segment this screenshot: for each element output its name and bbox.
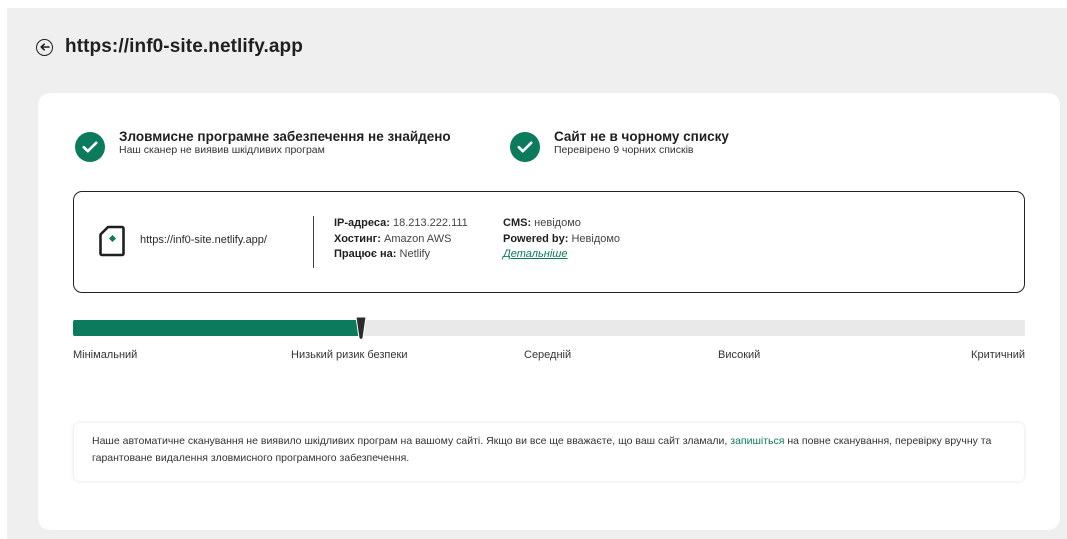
powered-by-value: Невідомо <box>571 232 621 245</box>
cms-value: невідомо <box>534 217 581 229</box>
blacklist-status-title: Сайт не в чорному списку <box>554 129 729 144</box>
risk-gauge <box>73 316 1025 341</box>
hosting-value: Amazon AWS <box>383 232 452 245</box>
blacklist-status-subtitle: Перевірено 9 чорних списків <box>554 144 694 156</box>
malware-status: Зловмисне програмне забезпечення не знай… <box>75 129 451 162</box>
details-link[interactable]: Детальніше <box>503 248 568 260</box>
note-text: Наше автоматичне сканування не виявило ш… <box>92 435 728 447</box>
risk-labels: Мінімальний Низький ризик безпеки Середн… <box>73 349 1025 365</box>
ip-value: 18.213.222.111 <box>392 217 468 229</box>
risk-label-low: Низький ризик безпеки <box>291 349 408 361</box>
scan-result-card: Зловмисне програмне забезпечення не знай… <box>38 93 1060 530</box>
runs-on-label: Працює на: <box>334 248 397 260</box>
site-url: https://inf0-site.netlify.app/ <box>140 234 267 246</box>
page-title: https://inf0-site.netlify.app <box>65 36 303 57</box>
hosting-label: Хостинг: <box>334 232 381 245</box>
page-header: https://inf0-site.netlify.app <box>36 36 303 58</box>
site-info-box: https://inf0-site.netlify.app/ IP-адреса… <box>73 191 1025 293</box>
back-arrow-icon[interactable] <box>36 38 53 56</box>
scan-note: Наше автоматичне сканування не виявило ш… <box>74 423 1024 481</box>
malware-status-title: Зловмисне програмне забезпечення не знай… <box>119 129 451 144</box>
cms-info: CMS: невідомо Powered by: Невідомо Детал… <box>503 216 620 263</box>
risk-label-high: Високий <box>718 349 761 361</box>
runs-on-value: Netlify <box>399 248 431 260</box>
divider <box>313 216 314 268</box>
blacklist-status: Сайт не в чорному списку Перевірено 9 чо… <box>510 129 729 162</box>
risk-label-medium: Середній <box>524 349 572 361</box>
cms-label: CMS: <box>503 217 532 229</box>
risk-label-minimal: Мінімальний <box>73 349 138 361</box>
powered-by-label: Powered by: <box>503 232 569 245</box>
signup-link[interactable]: запишіться <box>730 435 784 447</box>
risk-gauge-fill <box>73 320 361 336</box>
check-circle-icon <box>75 132 105 162</box>
check-circle-icon <box>510 132 540 162</box>
malware-status-subtitle: Наш сканер не виявив шкідливих програм <box>119 144 325 156</box>
hosting-info: IP-адреса: 18.213.222.111 Хостинг: Amazo… <box>334 216 468 263</box>
file-icon <box>99 225 125 262</box>
risk-marker-icon <box>355 316 367 346</box>
ip-label: IP-адреса: <box>334 217 390 229</box>
risk-label-critical: Критичний <box>971 349 1025 361</box>
